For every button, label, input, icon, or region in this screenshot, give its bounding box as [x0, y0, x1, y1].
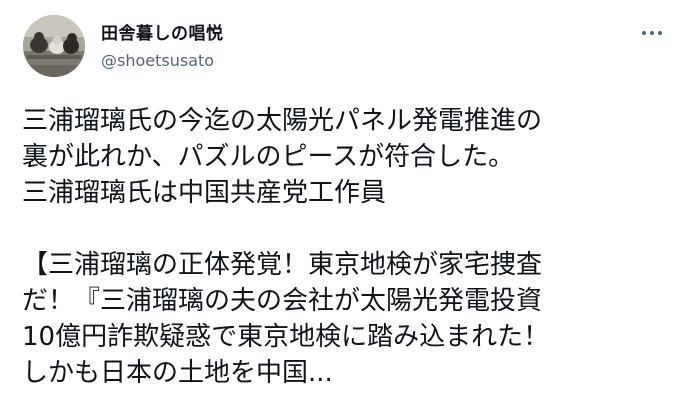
tweet-card: 田舎暮しの唱悦 @shoetsusato 三浦瑠璃氏の今迄の太陽光パネル発電推進… — [0, 0, 686, 408]
tweet-text-line: 10億円詐欺疑惑で東京地検に踏み込まれた！ — [22, 322, 550, 352]
user-handle[interactable]: @shoetsusato — [101, 51, 224, 71]
avatar[interactable] — [23, 15, 85, 77]
cats-photo-avatar-icon — [23, 15, 85, 77]
tweet-text-line: 【三浦瑠璃の正体発覚！東京地検が家宅捜査 — [22, 250, 543, 280]
more-options-button[interactable] — [632, 22, 672, 44]
tweet-text-line: 三浦瑠璃氏の今迄の太陽光パネル発電推進の — [22, 106, 543, 136]
tweet-text-line: 三浦瑠璃氏は中国共産党工作員 — [22, 178, 387, 208]
more-horizontal-icon-dot — [658, 31, 662, 35]
author-block: 田舎暮しの唱悦 @shoetsusato — [101, 23, 224, 71]
tweet-text-line: だ！『三浦瑠璃の夫の会社が太陽光発電投資 — [22, 286, 543, 316]
tweet-text-line: しかも日本の土地を中国... — [22, 358, 333, 388]
tweet-text-line: 裏が此れか、パズルのピースが符合した。 — [22, 142, 515, 172]
display-name[interactable]: 田舎暮しの唱悦 — [101, 23, 224, 45]
tweet-text: 三浦瑠璃氏の今迄の太陽光パネル発電推進の 裏が此れか、パズルのピースが符合した。… — [22, 103, 672, 391]
more-horizontal-icon — [642, 31, 646, 35]
more-horizontal-icon-dot — [650, 31, 654, 35]
